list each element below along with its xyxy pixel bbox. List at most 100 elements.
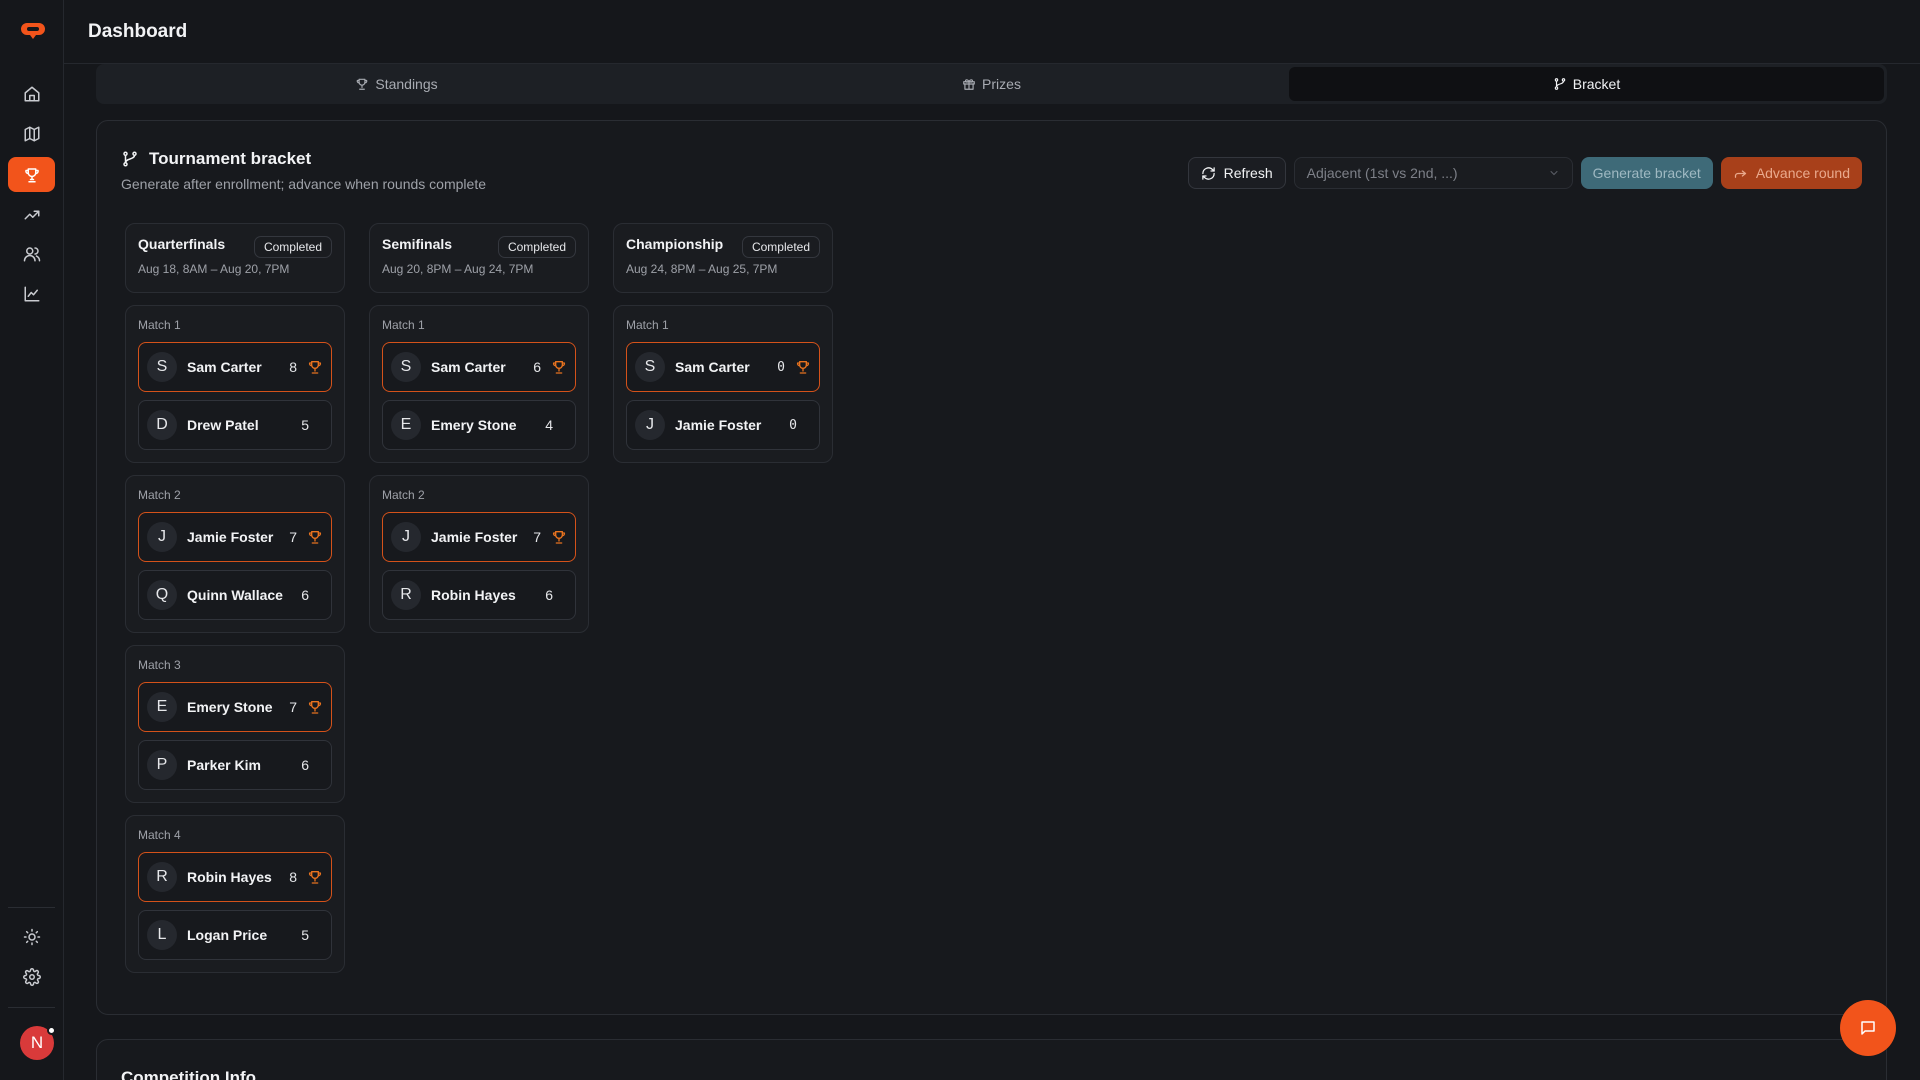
player-row[interactable]: S Sam Carter 8	[138, 342, 332, 392]
pairing-select-value: Adjacent (1st vs 2nd, ...)	[1306, 165, 1458, 181]
tab-standings[interactable]: Standings	[99, 67, 694, 101]
player-avatar: Q	[147, 580, 177, 610]
player-score: 0	[777, 359, 785, 375]
chevron-down-icon	[1550, 171, 1558, 176]
player-name: Robin Hayes	[431, 587, 516, 603]
player-avatar: J	[635, 410, 665, 440]
player-row[interactable]: R Robin Hayes 8	[138, 852, 332, 902]
pairing-select[interactable]: Adjacent (1st vs 2nd, ...)	[1293, 157, 1573, 189]
player-row[interactable]: P Parker Kim 6	[138, 740, 332, 790]
player-row[interactable]: J Jamie Foster 0	[626, 400, 820, 450]
generate-bracket-button[interactable]: Generate bracket	[1580, 157, 1713, 189]
chat-icon	[1861, 1021, 1875, 1035]
player-avatar: S	[391, 352, 421, 382]
trophy-icon	[795, 359, 811, 375]
refresh-label: Refresh	[1223, 165, 1273, 181]
competition-info-title: Competition Info	[121, 1068, 257, 1080]
advance-label: Advance round	[1755, 165, 1850, 181]
player-name: Jamie Foster	[187, 529, 274, 545]
match-label: Match 2	[382, 488, 425, 502]
trophy-icon	[551, 529, 567, 545]
refresh-icon	[1201, 166, 1215, 180]
generate-label: Generate bracket	[1592, 165, 1701, 181]
player-score: 6	[533, 359, 541, 375]
trophy-icon	[357, 78, 368, 90]
player-score: 5	[301, 927, 309, 943]
match-label: Match 3	[138, 658, 181, 672]
player-score: 4	[545, 417, 553, 433]
map-icon	[24, 126, 39, 141]
match-card: Match 2 J Jamie Foster 7 Q Quinn Wallace 6	[125, 475, 345, 633]
sidebar-item-home[interactable]	[8, 76, 55, 111]
settings-button[interactable]	[8, 959, 55, 994]
player-score: 6	[545, 587, 553, 603]
refresh-button[interactable]: Refresh	[1187, 157, 1286, 189]
status-dot	[47, 1026, 56, 1035]
match-label: Match 4	[138, 828, 181, 842]
gear-icon	[22, 967, 41, 986]
player-row[interactable]: L Logan Price 5	[138, 910, 332, 960]
tab-label: Prizes	[982, 76, 1021, 92]
chat-button[interactable]	[1840, 1000, 1896, 1056]
logo-icon[interactable]	[20, 21, 46, 41]
player-row[interactable]: E Emery Stone 7	[138, 682, 332, 732]
player-row[interactable]: S Sam Carter 6	[382, 342, 576, 392]
sidebar-item-trending[interactable]	[8, 197, 55, 232]
player-name: Robin Hayes	[187, 869, 272, 885]
match-label: Match 1	[382, 318, 425, 332]
match-label: Match 1	[626, 318, 669, 332]
sidebar-item-map[interactable]	[8, 116, 55, 151]
sidebar-item-users[interactable]	[8, 236, 55, 271]
round-header: Quarterfinals Completed Aug 18, 8AM – Aug …	[125, 223, 345, 293]
player-name: Drew Patel	[187, 417, 259, 433]
status-badge: Completed	[253, 236, 332, 258]
player-avatar: J	[147, 522, 177, 552]
match-card: Match 3 E Emery Stone 7 P Parker Kim 6	[125, 645, 345, 803]
tab-bracket[interactable]: Bracket	[1289, 67, 1884, 101]
player-name: Quinn Wallace	[187, 587, 283, 603]
sidebar-divider	[8, 907, 55, 908]
round-dates: Aug 20, 8PM – Aug 24, 7PM	[382, 262, 534, 276]
trophy-icon	[307, 359, 323, 375]
trophy-icon	[551, 359, 567, 375]
advance-round-button[interactable]: Advance round	[1720, 157, 1862, 189]
tab-prizes[interactable]: Prizes	[694, 67, 1289, 101]
round-dates: Aug 18, 8AM – Aug 20, 7PM	[138, 262, 290, 276]
theme-toggle[interactable]	[8, 919, 55, 954]
player-row[interactable]: S Sam Carter 0	[626, 342, 820, 392]
player-avatar: S	[147, 352, 177, 382]
round-header: Championship Completed Aug 24, 8PM – Aug 2…	[613, 223, 833, 293]
sidebar-item-analytics[interactable]	[8, 276, 55, 311]
sidebar-item-trophy[interactable]	[8, 157, 55, 192]
player-row[interactable]: J Jamie Foster 7	[382, 512, 576, 562]
player-name: Sam Carter	[675, 359, 750, 375]
forward-arrow-icon	[1734, 169, 1746, 178]
round-header: Semifinals Completed Aug 20, 8PM – Aug 24,…	[369, 223, 589, 293]
home-icon	[24, 86, 39, 101]
player-avatar: R	[391, 580, 421, 610]
player-row[interactable]: J Jamie Foster 7	[138, 512, 332, 562]
match-card: Match 2 J Jamie Foster 7 R Robin Hayes 6	[369, 475, 589, 633]
trophy-icon	[307, 529, 323, 545]
trending-up-icon	[24, 210, 39, 219]
player-avatar: R	[147, 862, 177, 892]
player-score: 5	[301, 417, 309, 433]
player-row[interactable]: Q Quinn Wallace 6	[138, 570, 332, 620]
player-row[interactable]: D Drew Patel 5	[138, 400, 332, 450]
player-avatar: E	[147, 692, 177, 722]
player-score: 0	[789, 417, 797, 433]
status-badge: Completed	[497, 236, 576, 258]
trophy-icon	[307, 699, 323, 715]
trophy-icon	[24, 167, 39, 182]
player-row[interactable]: R Robin Hayes 6	[382, 570, 576, 620]
player-score: 7	[533, 529, 541, 545]
player-name: Jamie Foster	[675, 417, 762, 433]
top-header: Dashboard	[64, 0, 1920, 64]
match-card: Match 1 S Sam Carter 8 D Drew Patel 5	[125, 305, 345, 463]
status-badge: Completed	[741, 236, 820, 258]
round-column: Championship Completed Aug 24, 8PM – Aug 2…	[613, 223, 833, 463]
git-fork-icon	[1554, 78, 1566, 90]
round-column: Quarterfinals Completed Aug 18, 8AM – Aug …	[125, 223, 345, 973]
player-row[interactable]: E Emery Stone 4	[382, 400, 576, 450]
tab-label: Bracket	[1572, 76, 1621, 92]
